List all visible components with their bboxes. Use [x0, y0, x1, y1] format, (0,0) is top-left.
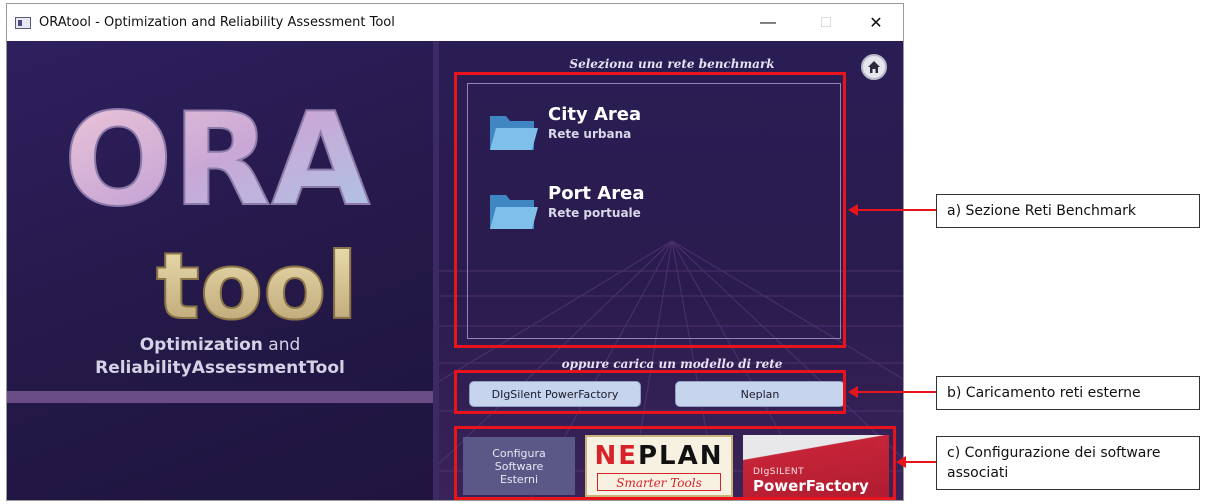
load-caption: oppure carica un modello di rete: [561, 357, 783, 371]
maximize-button[interactable]: □: [803, 4, 849, 41]
highlight-external-load: [454, 370, 846, 414]
minimize-button[interactable]: —: [745, 4, 791, 41]
connector-a: [856, 209, 936, 211]
highlight-software-config: [454, 426, 896, 500]
close-button[interactable]: ✕: [853, 4, 899, 41]
tagline-line-2: ReliabilityAssessmentTool: [95, 358, 345, 378]
connector-c: [904, 461, 936, 463]
callout-a: a) Sezione Reti Benchmark: [936, 194, 1200, 228]
logo-panel: ORA tool Optimization and ReliabilityAss…: [7, 41, 433, 500]
home-button[interactable]: [861, 54, 887, 80]
panel-divider: [7, 391, 433, 403]
ora-tool-logo: ORA tool: [63, 86, 371, 336]
tagline-line-1: Optimization and: [139, 335, 301, 355]
logo-ora-text: ORA: [64, 86, 370, 235]
highlight-benchmark-section: [454, 72, 846, 348]
benchmark-caption: Seleziona una rete benchmark: [569, 57, 775, 71]
callout-c: c) Configurazione dei software associati: [936, 436, 1200, 490]
home-icon: [868, 61, 880, 73]
window-title: ORAtool - Optimization and Reliability A…: [39, 15, 395, 30]
callout-b: b) Caricamento reti esterne: [936, 376, 1200, 410]
logo-tool-text: tool: [156, 233, 358, 336]
app-icon: [15, 16, 31, 29]
title-bar: ORAtool - Optimization and Reliability A…: [7, 4, 903, 41]
connector-b: [856, 391, 936, 393]
